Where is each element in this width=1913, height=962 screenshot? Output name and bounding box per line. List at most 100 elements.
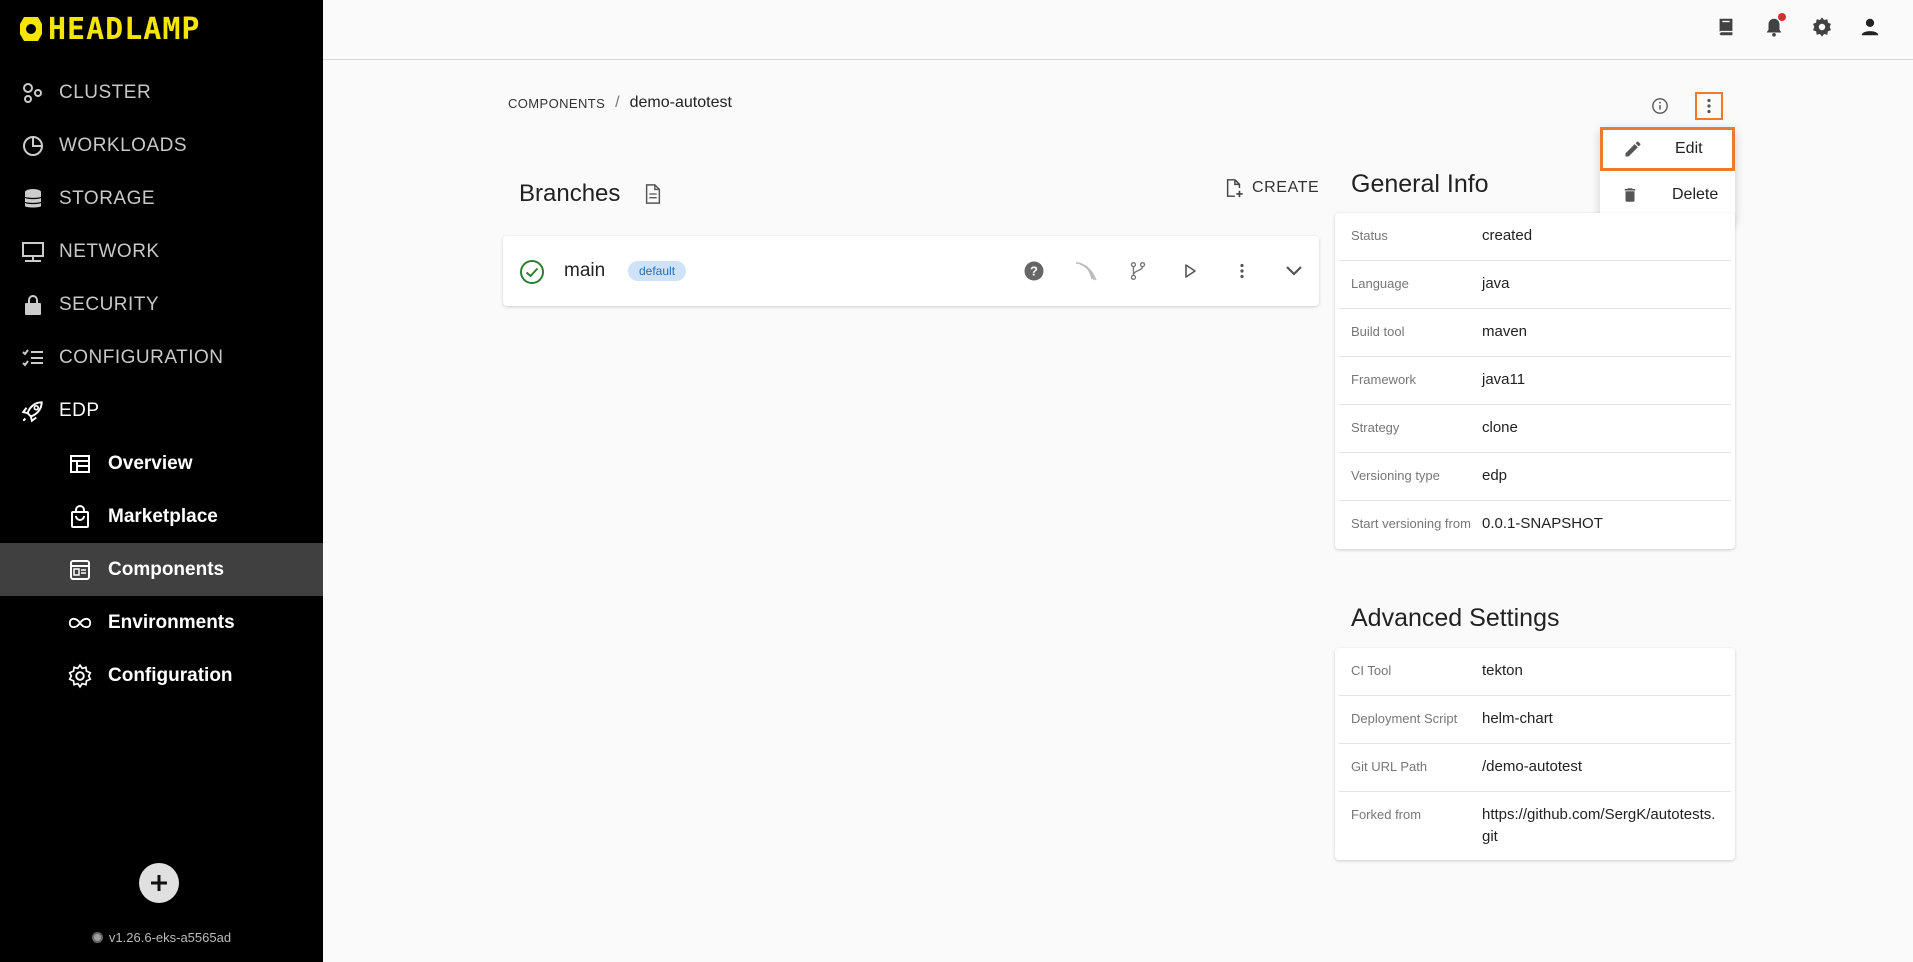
row-key: Language [1351,276,1409,291]
table-row: Deployment Script helm-chart [1339,696,1731,744]
sidebar-item-label: EDP [59,399,100,421]
storage-icon [20,186,46,212]
more-vert-icon [1240,263,1244,279]
sidebar: HEADLAMP CLUSTER WORKLOADS STORAGE NETWO… [0,0,323,962]
sidebar-item-label: Overview [108,452,193,474]
forked-from-link[interactable]: https://github.com/SergK/autotests.git [1482,804,1731,848]
more-vert-icon [1707,98,1711,114]
row-key: Status [1351,228,1388,243]
workloads-icon [20,133,46,159]
sidebar-item-label: Marketplace [108,505,218,527]
user-account-button[interactable] [1857,14,1883,40]
breadcrumb-components-link[interactable]: COMPONENTS [508,96,605,111]
headlamp-logo-icon [20,17,42,41]
sidebar-item-network[interactable]: NETWORK [0,225,323,278]
person-icon [1861,18,1879,36]
row-key: Build tool [1351,324,1405,339]
chevron-down-icon [1286,266,1302,276]
sidebar-item-environments[interactable]: Environments [0,596,323,649]
sidebar-item-label: Configuration [108,664,233,686]
breadcrumb: COMPONENTS / demo-autotest [508,94,732,112]
infinity-icon [67,610,93,636]
row-value: edp [1482,467,1508,484]
row-key: Start versioning from [1351,516,1471,531]
row-value: java [1482,275,1510,292]
notification-badge [1778,13,1786,21]
breadcrumb-current: demo-autotest [629,94,732,111]
version-info: v1.26.6-eks-a5565ad [0,930,323,945]
row-value: maven [1482,323,1528,340]
sidebar-item-configuration[interactable]: CONFIGURATION [0,331,323,384]
table-row: Framework java11 [1339,357,1731,405]
play-icon [1185,264,1196,278]
breadcrumb-separator: / [615,94,620,111]
delete-label: Delete [1672,186,1719,203]
pipeline-run-button[interactable] [1073,257,1099,285]
top-bar [323,0,1913,60]
sidebar-item-edp[interactable]: EDP [0,384,323,437]
table-row: Strategy clone [1339,405,1731,453]
sidebar-item-security[interactable]: SECURITY [0,278,323,331]
top-bar-actions [1713,13,1883,40]
row-key: Framework [1351,372,1417,387]
table-row: Build tool maven [1339,309,1731,357]
plus-icon [151,875,167,891]
svg-text:?: ? [1030,264,1038,279]
overview-icon [67,451,93,477]
components-icon [67,557,93,583]
branch-git-button[interactable] [1125,257,1151,285]
row-value: 0.0.1-SNAPSHOT [1482,515,1603,532]
edit-menu-item[interactable]: Edit [1600,127,1735,171]
add-cluster-button[interactable] [139,863,179,903]
advanced-settings-title: Advanced Settings [1351,604,1560,632]
sidebar-item-label: CLUSTER [59,81,152,103]
sidebar-item-storage[interactable]: STORAGE [0,172,323,225]
advanced-settings-table: CI Tool tekton Deployment Script helm-char… [1335,648,1735,860]
tekton-icon [1075,262,1097,281]
branches-docs-button[interactable] [641,182,665,206]
branch-row[interactable]: main default ? [503,236,1319,306]
version-status-icon [91,932,103,943]
default-badge: default [628,261,687,281]
logo-text: HEADLAMP [48,11,201,47]
pencil-icon [1621,139,1645,159]
check-circle-icon [520,260,544,284]
row-key: Strategy [1351,420,1400,435]
sidebar-item-overview[interactable]: Overview [0,437,323,490]
book-icon [1718,18,1733,36]
row-key: Versioning type [1351,468,1440,483]
sidebar-item-cluster[interactable]: CLUSTER [0,66,323,119]
branch-name: main [564,260,606,281]
branch-status-help-button[interactable]: ? [1021,257,1047,285]
headlamp-logo[interactable]: HEADLAMP [18,11,201,47]
notifications-button[interactable] [1761,13,1787,40]
help-icon: ? [1024,261,1044,281]
git-branch-icon [1130,261,1146,281]
sidebar-item-marketplace[interactable]: Marketplace [0,490,323,543]
table-row: Language java [1339,261,1731,309]
info-button[interactable] [1647,93,1673,119]
sidebar-item-label: CONFIGURATION [59,346,224,368]
sidebar-item-label: NETWORK [59,240,160,262]
general-info-table: Status created Language java Build tool mav… [1335,213,1735,549]
sidebar-item-sub-configuration[interactable]: Configuration [0,649,323,702]
sidebar-item-components[interactable]: Components [0,543,323,596]
row-value: created [1482,227,1533,244]
branch-more-button[interactable] [1229,257,1255,285]
row-key: Git URL Path [1351,759,1428,774]
more-actions-button[interactable] [1695,92,1723,120]
run-build-button[interactable] [1177,257,1203,285]
delete-menu-item[interactable]: Delete [1600,171,1735,219]
settings-button[interactable] [1809,14,1835,40]
table-row: Status created [1339,213,1731,261]
sidebar-item-label: SECURITY [59,293,160,315]
docs-button[interactable] [1713,14,1739,40]
sidebar-item-workloads[interactable]: WORKLOADS [0,119,323,172]
create-branch-button[interactable]: CREATE [1224,178,1319,198]
row-value: tekton [1482,662,1523,679]
expand-branch-button[interactable] [1281,257,1307,285]
table-row: Start versioning from 0.0.1-SNAPSHOT [1339,501,1731,549]
configuration-icon [20,345,46,371]
row-value: /demo-autotest [1482,758,1583,775]
row-key: Deployment Script [1351,711,1458,726]
